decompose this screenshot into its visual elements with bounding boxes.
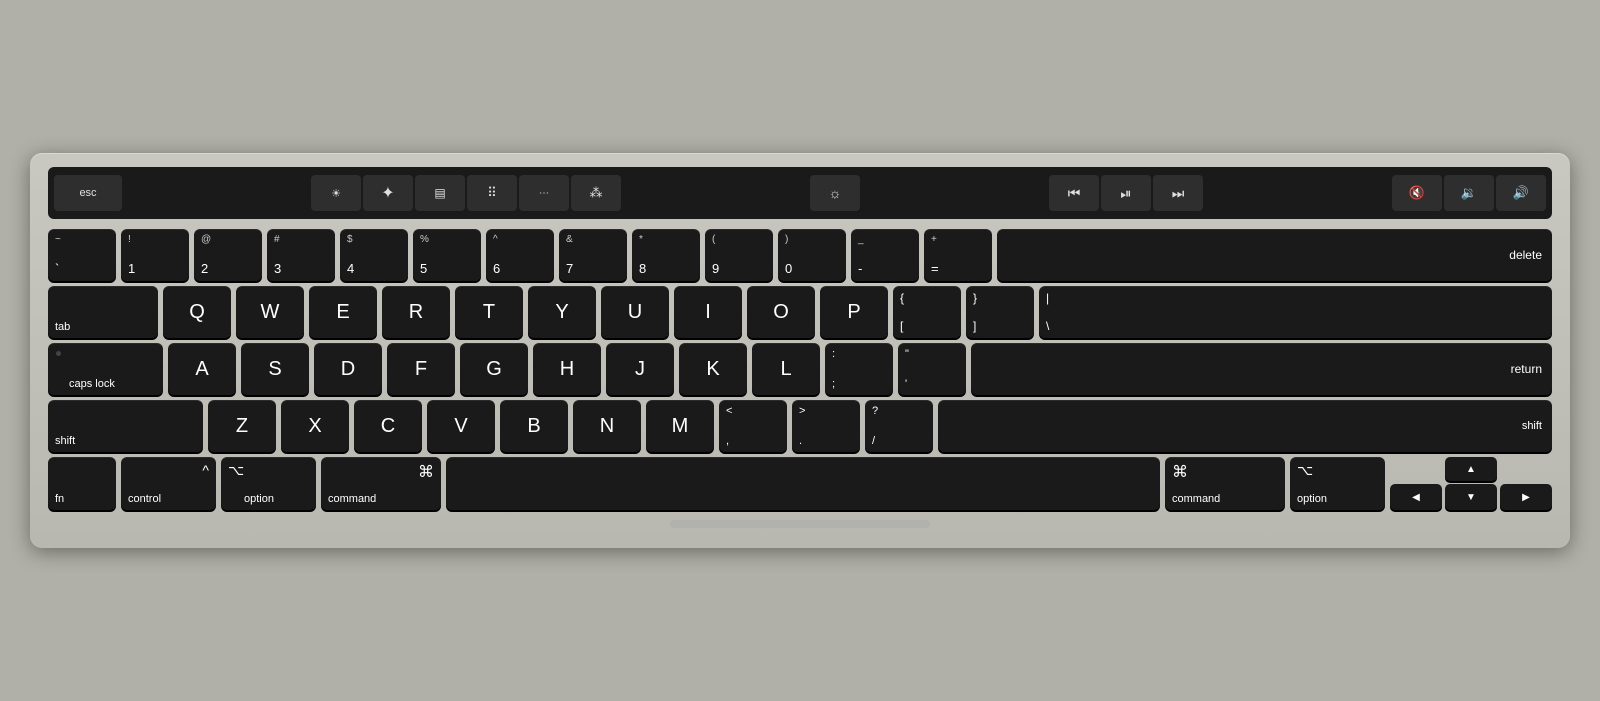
6-key[interactable]: ^ 6	[486, 229, 554, 281]
trackpad-area	[48, 520, 1552, 528]
2-key[interactable]: @ 2	[194, 229, 262, 281]
caps-lock-indicator	[56, 351, 61, 356]
x-key[interactable]: X	[281, 400, 349, 452]
o-key[interactable]: O	[747, 286, 815, 338]
down-arrow-key[interactable]: ▼	[1445, 484, 1497, 510]
tb-brightness-down-key[interactable]: ☀︎	[311, 175, 361, 211]
qwerty-row: tab Q W E R T Y U I O P { [ } ] | \	[48, 286, 1552, 338]
p-key[interactable]: P	[820, 286, 888, 338]
equals-key[interactable]: + =	[924, 229, 992, 281]
spacebar[interactable]	[446, 457, 1160, 510]
j-key[interactable]: J	[606, 343, 674, 395]
left-command-key[interactable]: ⌘ command	[321, 457, 441, 510]
tb-volume-up-key[interactable]: 🔊	[1496, 175, 1546, 211]
touch-bar: esc ☀︎ ✦ ▤ ⠿ ⋯ ⁂ ☼ ⏮ ⏯ ⏭ 🔇 🔉 🔊	[48, 167, 1552, 219]
e-key[interactable]: E	[309, 286, 377, 338]
return-key[interactable]: return	[971, 343, 1552, 395]
tb-display-brightness-key[interactable]: ☼	[810, 175, 860, 211]
8-key[interactable]: * 8	[632, 229, 700, 281]
up-arrow-key[interactable]: ▲	[1445, 457, 1497, 481]
tb-mute-key[interactable]: 🔇	[1392, 175, 1442, 211]
tb-mission-control-key[interactable]: ▤	[415, 175, 465, 211]
l-key[interactable]: L	[752, 343, 820, 395]
minus-key[interactable]: _ -	[851, 229, 919, 281]
tab-key[interactable]: tab	[48, 286, 158, 338]
v-key[interactable]: V	[427, 400, 495, 452]
tb-play-pause-key[interactable]: ⏯	[1101, 175, 1151, 211]
c-key[interactable]: C	[354, 400, 422, 452]
semicolon-key[interactable]: : ;	[825, 343, 893, 395]
u-key[interactable]: U	[601, 286, 669, 338]
asdf-row: caps lock A S D F G H J K L : ; " ' retu…	[48, 343, 1552, 395]
f-key[interactable]: F	[387, 343, 455, 395]
left-option-key[interactable]: ⌥ option	[221, 457, 316, 510]
modifier-row: fn ^ control ⌥ option ⌘ command ⌘ comman…	[48, 457, 1552, 510]
a-key[interactable]: A	[168, 343, 236, 395]
left-shift-key[interactable]: shift	[48, 400, 203, 452]
i-key[interactable]: I	[674, 286, 742, 338]
right-shift-key[interactable]: shift	[938, 400, 1552, 452]
s-key[interactable]: S	[241, 343, 309, 395]
left-arrow-key[interactable]: ◀	[1390, 484, 1442, 510]
tb-kb-brightness-down-key[interactable]: ⋯	[519, 175, 569, 211]
7-key[interactable]: & 7	[559, 229, 627, 281]
4-key[interactable]: $ 4	[340, 229, 408, 281]
tb-fast-forward-key[interactable]: ⏭	[1153, 175, 1203, 211]
tb-launchpad-key[interactable]: ⠿	[467, 175, 517, 211]
arrow-cluster: ▲ ◀ ▼ ▶	[1390, 457, 1552, 510]
backslash-key[interactable]: | \	[1039, 286, 1552, 338]
backtick-key[interactable]: ~ `	[48, 229, 116, 281]
q-key[interactable]: Q	[163, 286, 231, 338]
tb-volume-down-key[interactable]: 🔉	[1444, 175, 1494, 211]
1-key[interactable]: ! 1	[121, 229, 189, 281]
tb-rewind-key[interactable]: ⏮	[1049, 175, 1099, 211]
r-key[interactable]: R	[382, 286, 450, 338]
left-bracket-key[interactable]: { [	[893, 286, 961, 338]
quote-key[interactable]: " '	[898, 343, 966, 395]
period-key[interactable]: > .	[792, 400, 860, 452]
3-key[interactable]: # 3	[267, 229, 335, 281]
9-key[interactable]: ( 9	[705, 229, 773, 281]
tb-esc-key[interactable]: esc	[54, 175, 122, 211]
w-key[interactable]: W	[236, 286, 304, 338]
right-command-key[interactable]: ⌘ command	[1165, 457, 1285, 510]
m-key[interactable]: M	[646, 400, 714, 452]
number-row: ~ ` ! 1 @ 2 # 3 $ 4 % 5	[48, 229, 1552, 281]
n-key[interactable]: N	[573, 400, 641, 452]
y-key[interactable]: Y	[528, 286, 596, 338]
h-key[interactable]: H	[533, 343, 601, 395]
comma-key[interactable]: < ,	[719, 400, 787, 452]
keyboard: esc ☀︎ ✦ ▤ ⠿ ⋯ ⁂ ☼ ⏮ ⏯ ⏭ 🔇 🔉 🔊	[30, 153, 1570, 548]
trackpad-hint	[670, 520, 930, 528]
g-key[interactable]: G	[460, 343, 528, 395]
b-key[interactable]: B	[500, 400, 568, 452]
tb-kb-brightness-up-key[interactable]: ⁂	[571, 175, 621, 211]
t-key[interactable]: T	[455, 286, 523, 338]
5-key[interactable]: % 5	[413, 229, 481, 281]
delete-key[interactable]: delete	[997, 229, 1552, 281]
slash-key[interactable]: ? /	[865, 400, 933, 452]
keyboard-rows: ~ ` ! 1 @ 2 # 3 $ 4 % 5	[48, 229, 1552, 510]
zxcv-row: shift Z X C V B N M < , > . ? / shift	[48, 400, 1552, 452]
control-key[interactable]: ^ control	[121, 457, 216, 510]
right-option-key[interactable]: ⌥ option	[1290, 457, 1385, 510]
d-key[interactable]: D	[314, 343, 382, 395]
right-arrow-key[interactable]: ▶	[1500, 484, 1552, 510]
caps-lock-key[interactable]: caps lock	[48, 343, 163, 395]
right-bracket-key[interactable]: } ]	[966, 286, 1034, 338]
fn-key[interactable]: fn	[48, 457, 116, 510]
k-key[interactable]: K	[679, 343, 747, 395]
0-key[interactable]: ) 0	[778, 229, 846, 281]
tb-brightness-up-key[interactable]: ✦	[363, 175, 413, 211]
z-key[interactable]: Z	[208, 400, 276, 452]
